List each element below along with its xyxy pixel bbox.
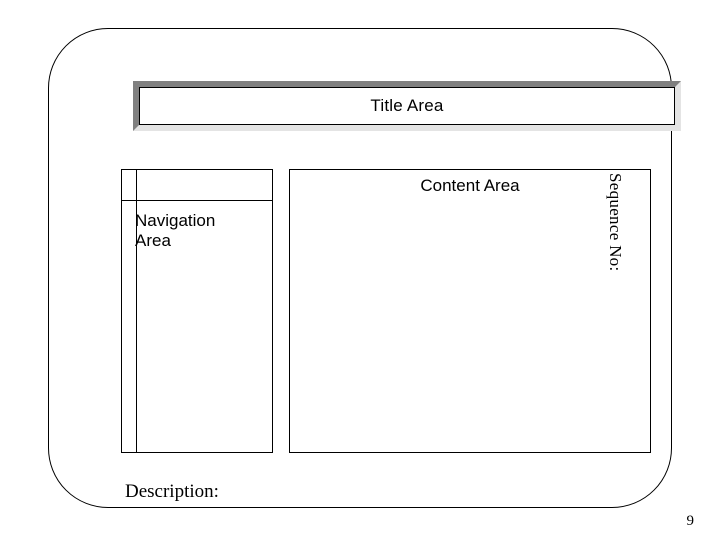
content-area-label: Content Area [420,176,519,196]
navigation-header-divider [122,200,272,201]
storyboard-card: Title Area NavigationArea Content Area S… [48,28,672,508]
title-area-label: Title Area [139,87,675,125]
content-area-box: Content Area [289,169,651,453]
slide-stage: Title Area NavigationArea Content Area S… [0,0,720,540]
description-label: Description: [125,481,219,503]
navigation-area-label: NavigationArea [135,211,215,251]
title-area-box: Title Area [133,81,681,131]
sequence-number-label: Sequence No: [605,173,625,272]
page-number: 9 [687,513,695,530]
